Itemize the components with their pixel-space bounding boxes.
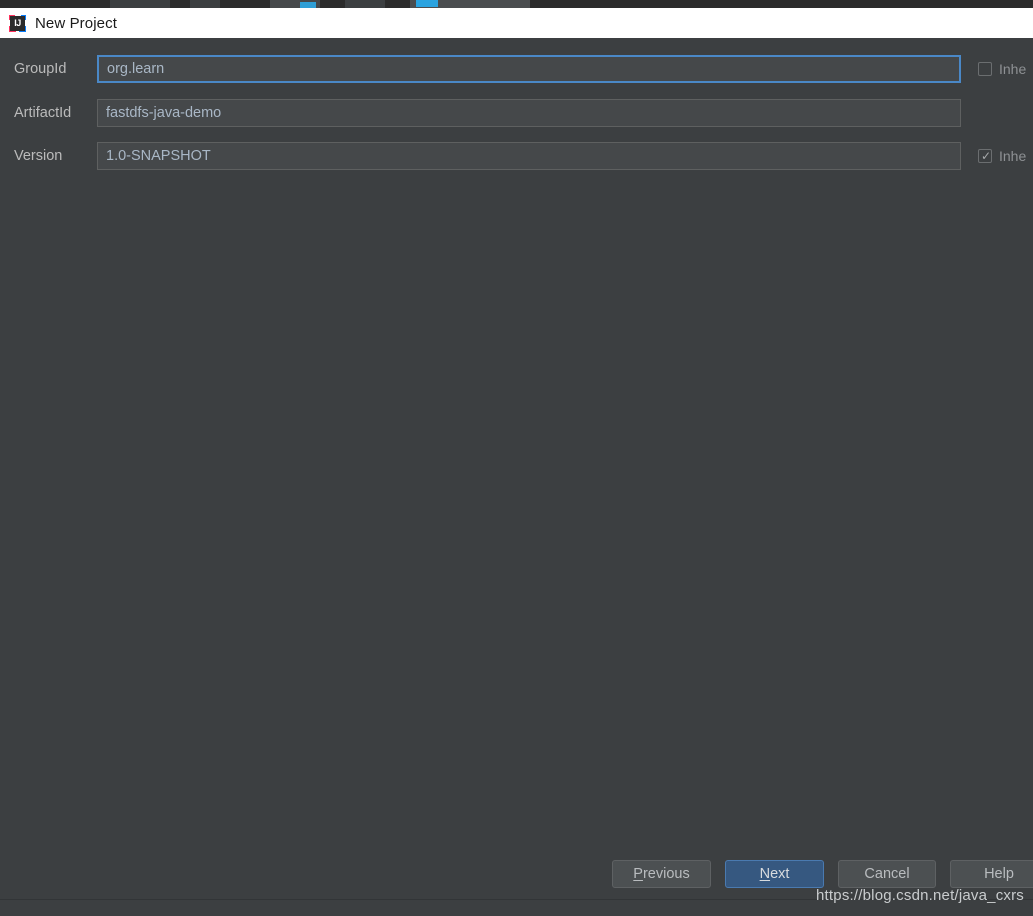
background-segment [345,0,385,8]
groupid-label: GroupId [14,61,67,77]
bottom-strip [0,900,1033,916]
inherit-groupid-label: Inhe [999,61,1027,77]
version-label: Version [14,148,63,164]
form-row-groupid: GroupId [0,55,1033,83]
cancel-button[interactable]: Cancel [838,860,936,888]
next-button[interactable]: Next [725,860,824,888]
dialog-titlebar: IJ New Project [0,8,1033,38]
groupid-input[interactable] [97,55,961,83]
background-accent [416,0,438,7]
inherit-version-checkbox[interactable]: ✓ [978,149,992,163]
artifactid-input[interactable] [97,99,961,127]
version-input[interactable] [97,142,961,170]
dialog-content: GroupId ArtifactId Version Inhe ✓ [0,38,1033,916]
previous-button-label: revious [642,866,690,882]
intellij-idea-icon: IJ [9,14,26,32]
background-segment [110,0,170,8]
new-project-dialog: IJ New Project GroupId ArtifactId Versio… [0,0,1033,916]
inherit-version-checkbox-row[interactable]: ✓ Inhe [978,142,1033,170]
form-row-version: Version [0,142,1033,170]
form-row-artifactid: ArtifactId [0,99,1033,127]
previous-button-mnemonic: P [633,866,643,882]
previous-button[interactable]: Previous [612,860,711,888]
background-segment [190,0,220,8]
next-button-mnemonic: N [759,866,771,882]
help-button[interactable]: Help [950,860,1033,888]
inherit-groupid-checkbox[interactable] [978,62,992,76]
next-button-label: ext [770,866,790,882]
inherit-version-label: Inhe [999,148,1027,164]
dialog-title: New Project [35,14,117,32]
artifactid-label: ArtifactId [14,105,72,121]
background-window-strip [0,0,1033,8]
checkmark-icon: ✓ [981,149,992,163]
inherit-groupid-checkbox-row[interactable]: Inhe [978,55,1033,83]
